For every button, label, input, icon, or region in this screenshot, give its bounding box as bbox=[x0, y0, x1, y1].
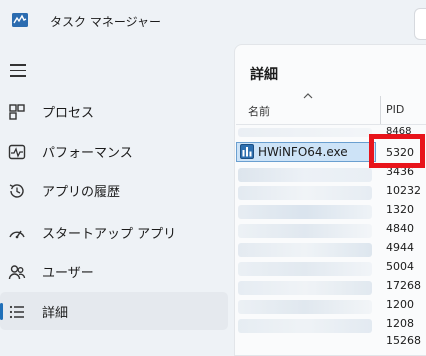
nav-label-performance: パフォーマンス bbox=[42, 146, 133, 161]
nav-item-app-history[interactable]: アプリの履歴 bbox=[0, 171, 228, 209]
obscured-row bbox=[238, 168, 372, 182]
obscured-row bbox=[238, 186, 372, 200]
obscured-row bbox=[238, 128, 372, 137]
selected-process-name: HWiNFO64.exe bbox=[258, 145, 348, 159]
obscured-row bbox=[238, 243, 372, 257]
nav-label-startup-apps: スタートアップ アプリ bbox=[42, 227, 177, 242]
nav-label-users: ユーザー bbox=[42, 266, 94, 281]
pid-value: 5004 bbox=[386, 260, 414, 273]
performance-icon bbox=[8, 144, 26, 160]
active-indicator bbox=[0, 303, 3, 320]
task-manager-app-icon bbox=[12, 13, 28, 27]
nav-item-startup-apps[interactable]: スタートアップ アプリ bbox=[0, 213, 228, 251]
nav-item-performance[interactable]: パフォーマンス bbox=[0, 132, 228, 170]
nav-label-processes: プロセス bbox=[42, 106, 95, 121]
obscured-row bbox=[238, 300, 372, 314]
obscured-row bbox=[238, 205, 372, 219]
obscured-row bbox=[238, 281, 372, 295]
users-icon bbox=[8, 265, 26, 280]
nav-item-users[interactable]: ユーザー bbox=[0, 252, 228, 290]
obscured-row bbox=[238, 319, 372, 333]
column-header-pid[interactable]: PID bbox=[386, 103, 404, 116]
pid-value: 17268 bbox=[386, 279, 421, 292]
title-bar: タスク マネージャー bbox=[0, 0, 426, 44]
nav-item-processes[interactable]: プロセス bbox=[0, 92, 228, 130]
sort-ascending-icon bbox=[303, 93, 313, 99]
pid-value: 10232 bbox=[386, 184, 421, 197]
pid-value: 15268 bbox=[386, 334, 421, 347]
hwinfo-app-icon bbox=[240, 144, 254, 159]
nav-label-app-history: アプリの履歴 bbox=[42, 185, 121, 200]
pid-value: 1200 bbox=[386, 298, 414, 311]
obscured-row bbox=[238, 224, 372, 238]
app-title: タスク マネージャー bbox=[50, 15, 161, 29]
header-divider bbox=[236, 124, 426, 125]
obscured-row bbox=[238, 262, 372, 276]
startup-apps-icon bbox=[9, 230, 25, 239]
pid-value: 4840 bbox=[386, 222, 414, 235]
nav-item-details[interactable]: 詳細 bbox=[0, 292, 228, 330]
details-icon bbox=[9, 305, 24, 319]
pid-highlight-box bbox=[369, 134, 425, 168]
nav-label-details: 詳細 bbox=[42, 306, 69, 321]
pid-value: 1320 bbox=[386, 203, 414, 216]
page-title: 詳細 bbox=[250, 67, 278, 83]
hamburger-menu-icon[interactable] bbox=[10, 64, 26, 78]
pid-value: 1208 bbox=[386, 317, 414, 330]
column-header-name[interactable]: 名前 bbox=[248, 103, 270, 119]
app-history-icon bbox=[9, 184, 24, 198]
title-bar-button[interactable] bbox=[414, 8, 426, 40]
pid-value: 4944 bbox=[386, 241, 414, 254]
processes-icon bbox=[9, 104, 25, 120]
column-divider[interactable] bbox=[380, 96, 381, 124]
